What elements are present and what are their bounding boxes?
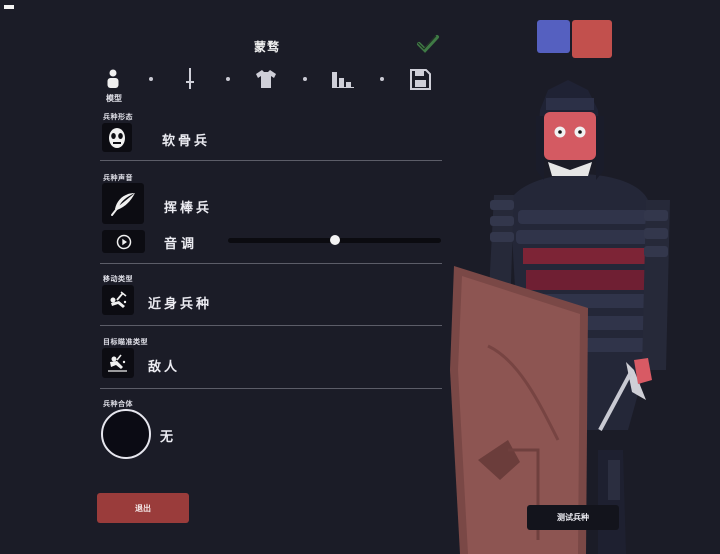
tab-model-label: 模型 <box>106 94 122 103</box>
movement-type-selector[interactable] <box>102 285 134 315</box>
targeting-type-value: 敌人 <box>148 360 181 375</box>
pitch-slider-thumb[interactable] <box>329 235 340 245</box>
combine-unit-selector[interactable] <box>101 409 151 459</box>
movement-type-value: 近身兵种 <box>148 297 213 312</box>
play-voice-button[interactable] <box>102 230 145 253</box>
save-icon <box>409 68 431 90</box>
unit-voice-selector[interactable] <box>102 183 144 224</box>
checkmark-icon[interactable] <box>416 34 440 54</box>
targeting-section-label: 目标瞄准类型 <box>103 338 148 346</box>
test-unit-button[interactable]: 测试兵种 <box>527 505 619 530</box>
tab-separator-dot <box>303 77 307 81</box>
target-unit-icon <box>108 354 127 372</box>
unit-form-section-label: 兵种形态 <box>103 113 133 121</box>
team-color-blue-swatch[interactable] <box>537 20 570 53</box>
unit-name-title: 蒙骛 <box>253 40 280 54</box>
targeting-type-selector[interactable] <box>102 348 134 378</box>
section-divider <box>100 263 442 264</box>
person-icon <box>107 69 119 88</box>
unit-voice-value: 挥棒兵 <box>164 201 213 216</box>
section-divider <box>100 388 442 389</box>
melee-unit-icon <box>110 291 127 308</box>
unit-form-selector[interactable] <box>102 123 132 152</box>
skull-mask-icon <box>109 127 125 148</box>
unit-preview-model[interactable] <box>448 70 720 554</box>
combine-value: 无 <box>160 430 177 445</box>
tab-stats[interactable] <box>331 67 355 91</box>
sword-icon <box>186 68 194 89</box>
tab-separator-dot <box>149 77 153 81</box>
tab-save[interactable] <box>408 67 432 91</box>
combine-section-label: 兵种合体 <box>103 400 133 408</box>
movement-section-label: 移动类型 <box>103 275 133 283</box>
unit-voice-section-label: 兵种声音 <box>103 174 133 182</box>
tab-model[interactable] <box>101 67 125 91</box>
tab-clothing[interactable] <box>254 67 278 91</box>
feather-icon <box>111 192 135 216</box>
window-menu-marker <box>4 5 14 9</box>
exit-button[interactable]: 退出 <box>97 493 189 523</box>
unit-form-value: 软骨兵 <box>162 134 211 149</box>
section-divider <box>100 325 442 326</box>
shirt-icon <box>256 70 276 88</box>
tab-separator-dot <box>380 77 384 81</box>
stats-icon <box>332 72 354 88</box>
section-divider <box>100 160 442 161</box>
play-icon <box>116 234 131 249</box>
tab-weapon[interactable] <box>178 67 202 91</box>
tab-separator-dot <box>226 77 230 81</box>
team-color-red-swatch[interactable] <box>572 20 612 58</box>
pitch-label: 音调 <box>164 237 199 252</box>
